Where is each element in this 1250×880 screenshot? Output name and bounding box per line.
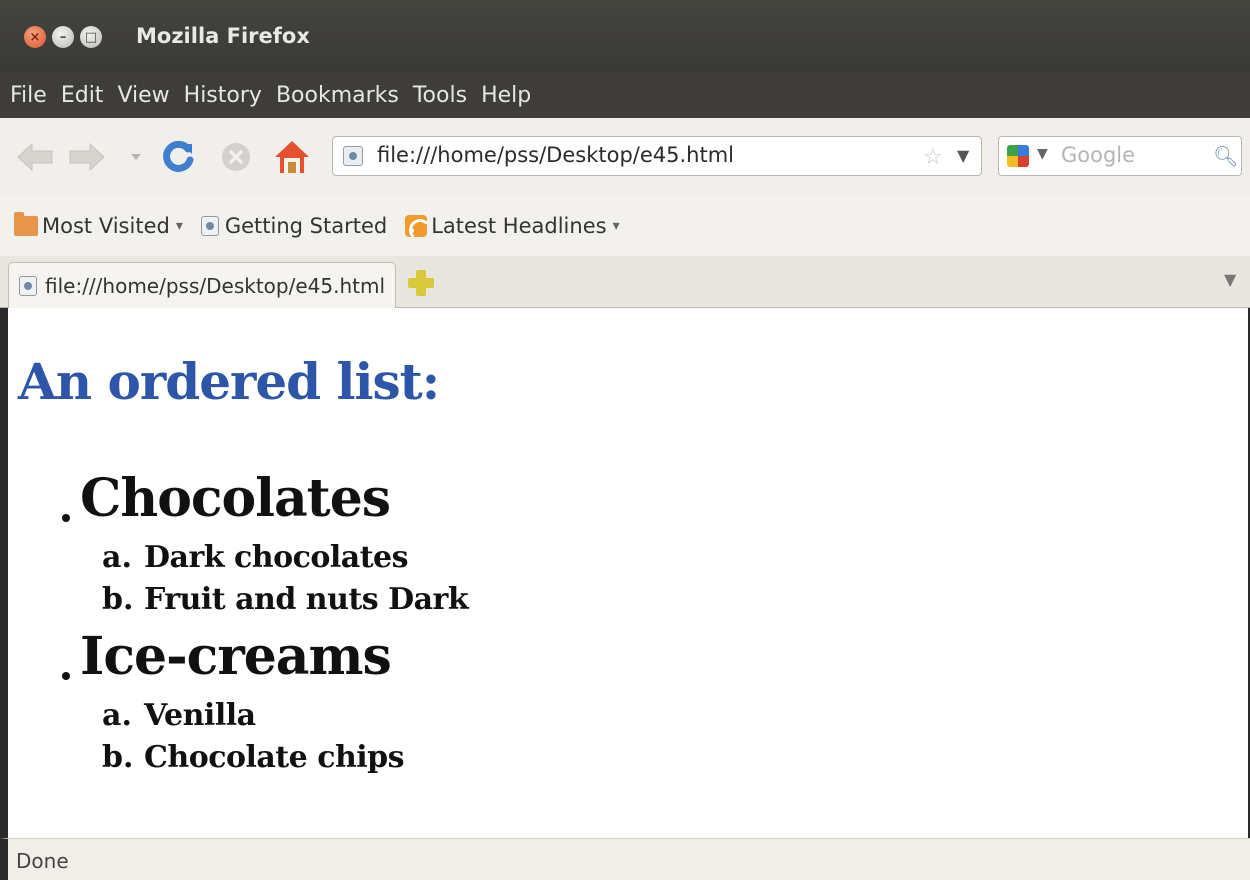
sub-marker: b.: [102, 582, 134, 617]
home-icon: [275, 141, 309, 173]
sub-marker: a.: [102, 540, 132, 575]
stop-button[interactable]: [218, 140, 254, 174]
menu-file[interactable]: File: [10, 83, 47, 108]
url-text[interactable]: file:///home/pss/Desktop/e45.html: [377, 143, 734, 167]
back-button[interactable]: [16, 140, 54, 174]
menu-edit[interactable]: Edit: [61, 83, 104, 108]
bookmark-label: Most Visited: [42, 214, 170, 238]
forward-button[interactable]: [68, 140, 106, 174]
chevron-down-icon: ▾: [175, 218, 183, 234]
maximize-window-button[interactable]: □: [80, 26, 102, 48]
bookmark-star-icon[interactable]: ☆: [923, 145, 943, 170]
bookmark-getting-started[interactable]: Getting Started: [200, 214, 388, 238]
engine-dropdown-icon[interactable]: ▼: [1037, 146, 1048, 162]
menu-view[interactable]: View: [117, 83, 169, 108]
window-title: Mozilla Firefox: [136, 24, 310, 48]
sub-list-item-label: Venilla: [144, 698, 256, 733]
chevron-down-icon: [131, 154, 141, 160]
folder-icon: [14, 212, 38, 236]
sub-list-item-label: Dark chocolates: [144, 540, 409, 575]
menu-bar: File Edit View History Bookmarks Tools H…: [0, 72, 1250, 118]
bullet-icon: [62, 514, 70, 522]
rss-icon: [405, 215, 428, 237]
chevron-down-icon: ▾: [612, 218, 620, 234]
google-engine-icon[interactable]: [1007, 145, 1029, 167]
title-bar: × – □ Mozilla Firefox: [0, 0, 1250, 72]
minimize-window-button[interactable]: –: [52, 26, 74, 48]
sub-list-item-label: Fruit and nuts Dark: [144, 582, 469, 617]
tab-e45[interactable]: file:///home/pss/Desktop/e45.html: [8, 262, 396, 308]
menu-history[interactable]: History: [184, 83, 262, 108]
new-tab-button[interactable]: [406, 268, 436, 298]
search-magnifier-icon[interactable]: 🔍︎: [1213, 144, 1238, 168]
menu-help[interactable]: Help: [481, 83, 531, 108]
page-heading: An ordered list:: [18, 352, 440, 411]
firefox-window: × – □ Mozilla Firefox File Edit View His…: [0, 0, 1250, 880]
status-bar: Done: [0, 838, 1250, 880]
bullet-icon: [62, 672, 70, 680]
history-dropdown-button[interactable]: [126, 140, 146, 174]
stop-icon: [222, 143, 250, 171]
close-window-button[interactable]: ×: [24, 26, 46, 48]
site-identity-icon[interactable]: [343, 146, 363, 166]
window-controls: × – □: [24, 26, 102, 48]
page-icon: [19, 275, 37, 296]
search-input[interactable]: [1061, 143, 1201, 167]
list-item-label: Ice-creams: [80, 626, 392, 687]
sub-marker: b.: [102, 740, 134, 775]
menu-bookmarks[interactable]: Bookmarks: [276, 83, 399, 108]
page-icon: [200, 216, 219, 236]
url-dropdown-icon[interactable]: ▼: [957, 146, 969, 165]
page-content: An ordered list: Chocolates a. Dark choc…: [0, 308, 1250, 838]
back-arrow-icon: [17, 142, 53, 172]
reload-button[interactable]: [160, 140, 196, 174]
bookmark-label: Latest Headlines: [431, 214, 607, 238]
bookmarks-toolbar: Most Visited ▾ Getting Started Latest He…: [0, 196, 1250, 256]
forward-arrow-icon: [69, 142, 105, 172]
bookmark-label: Getting Started: [224, 214, 388, 238]
sub-marker: a.: [102, 698, 132, 733]
tab-label: file:///home/pss/Desktop/e45.html: [45, 273, 386, 298]
reload-icon: [163, 140, 194, 172]
bookmark-most-visited[interactable]: Most Visited ▾: [14, 212, 183, 238]
list-item-label: Chocolates: [80, 468, 391, 529]
sub-list-item-label: Chocolate chips: [144, 740, 405, 775]
search-box[interactable]: ▼ 🔍︎: [998, 136, 1242, 176]
tab-strip: file:///home/pss/Desktop/e45.html ▼: [0, 256, 1250, 308]
url-bar[interactable]: file:///home/pss/Desktop/e45.html ☆ ▼: [332, 136, 982, 176]
status-text: Done: [16, 849, 69, 873]
bookmark-latest-headlines[interactable]: Latest Headlines ▾: [405, 214, 620, 238]
home-button[interactable]: [272, 140, 312, 174]
tab-list-dropdown-icon[interactable]: ▼: [1224, 270, 1236, 289]
menu-tools[interactable]: Tools: [413, 83, 467, 108]
